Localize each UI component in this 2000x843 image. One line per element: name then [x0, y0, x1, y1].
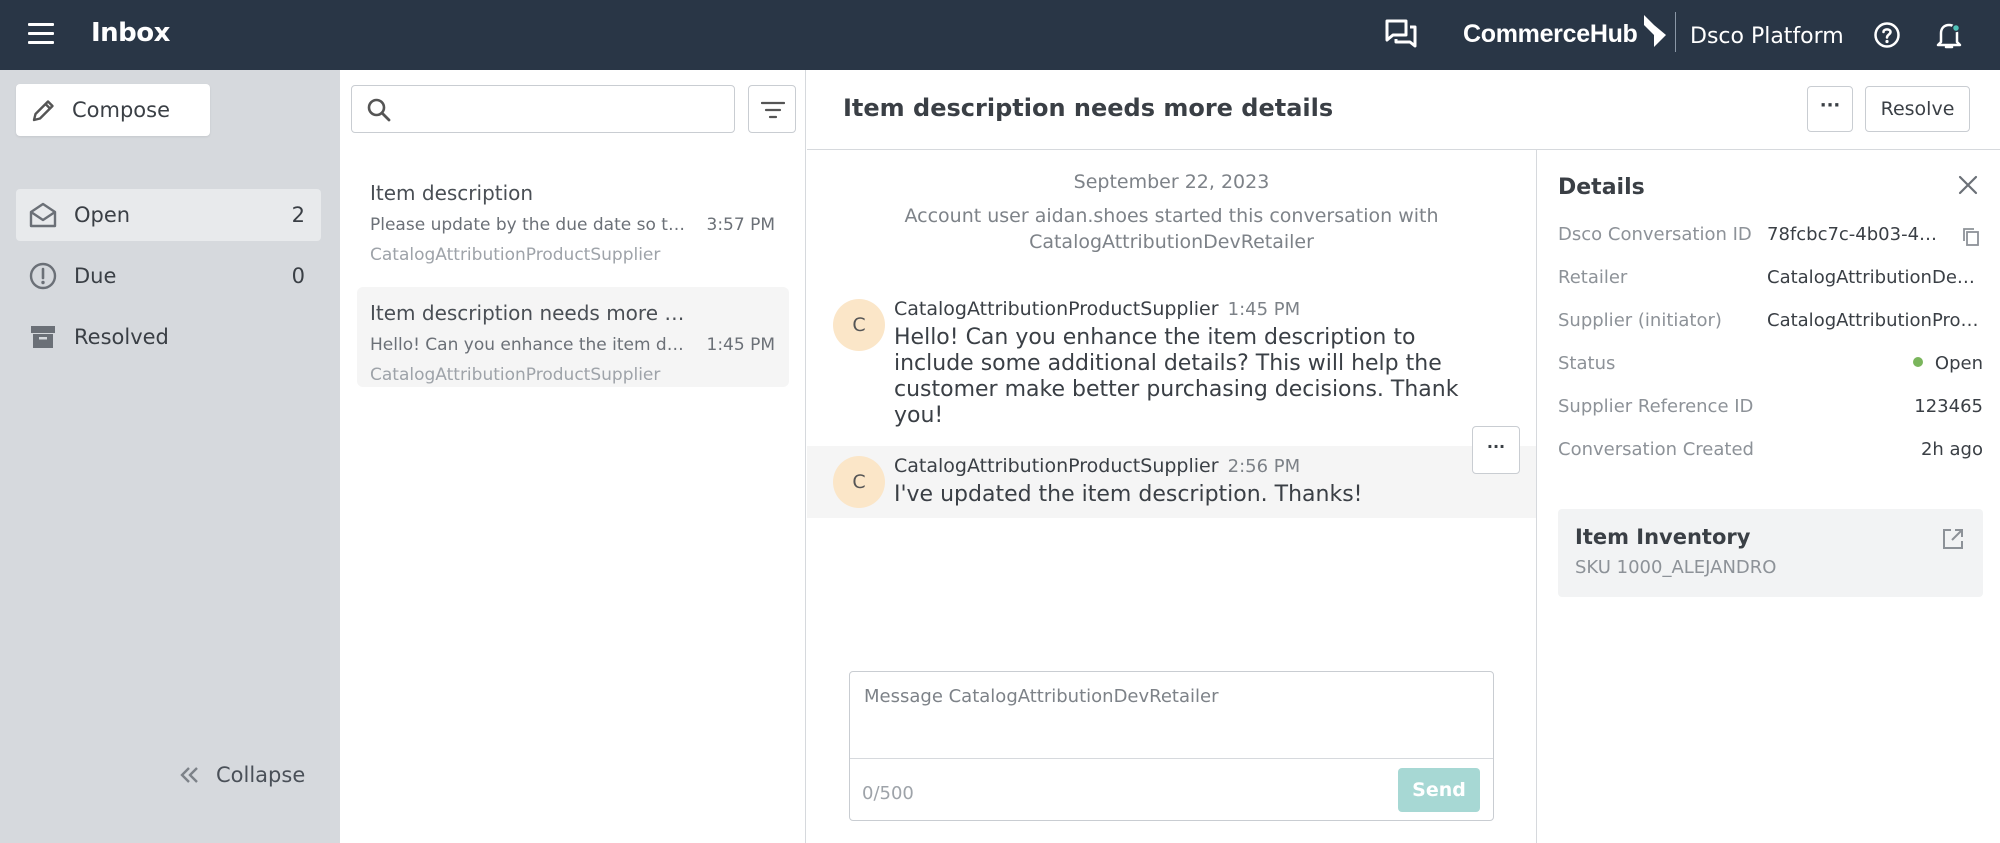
send-button[interactable]: Send — [1398, 768, 1480, 812]
detail-label: Supplier (initiator) — [1558, 310, 1722, 331]
conversation-date: September 22, 2023 — [1073, 171, 1270, 193]
brand-name: CommerceHub — [1463, 20, 1638, 48]
detail-label: Supplier Reference ID — [1558, 396, 1754, 417]
collapse-button[interactable]: Collapse — [178, 763, 305, 787]
conversation-item[interactable]: Item description Please update by the du… — [357, 167, 789, 267]
external-link-icon[interactable] — [1941, 527, 1965, 551]
compose-button[interactable]: Compose — [16, 84, 210, 136]
brand-divider — [1675, 12, 1676, 52]
message-input[interactable] — [864, 686, 1474, 746]
sidebar-item-count: 2 — [291, 203, 305, 227]
sidebar-item-open[interactable]: Open 2 — [16, 189, 321, 241]
sidebar-item-label: Resolved — [74, 325, 169, 349]
message-meta: CatalogAttributionProductSupplier 2:56 P… — [894, 455, 1300, 477]
message: C CatalogAttributionProductSupplier 1:45… — [807, 288, 1536, 428]
sidebar: Compose Open 2 Due 0 Resolved Collapse — [0, 70, 340, 843]
conversation-title: Item description needs more details — [370, 301, 690, 325]
conversation-started-note: Account user aidan.shoes started this co… — [904, 205, 1439, 253]
detail-value: Open — [1934, 353, 1983, 374]
details-title: Details — [1558, 175, 1645, 200]
archive-box-icon — [31, 326, 55, 348]
conversation-pane: Item description needs more details ··· … — [807, 70, 2000, 843]
alert-circle-icon — [29, 262, 57, 290]
compose-label: Compose — [72, 98, 171, 122]
detail-value: 123465 — [1914, 396, 1983, 417]
detail-row-conversation-id: Dsco Conversation ID 78fcbc7c-4b03-4d... — [1558, 224, 1983, 250]
close-icon[interactable] — [1955, 172, 1981, 198]
filter-button[interactable] — [748, 85, 796, 133]
detail-row-conversation-created: Conversation Created 2h ago — [1558, 439, 1983, 465]
detail-row-supplier-reference-id: Supplier Reference ID 123465 — [1558, 396, 1983, 422]
composer-divider — [850, 758, 1493, 759]
search-input[interactable] — [400, 94, 720, 124]
conversation-list: Item description Please update by the du… — [340, 70, 806, 843]
details-panel: Details Dsco Conversation ID 78fcbc7c-4b… — [1536, 150, 2000, 843]
item-inventory-card[interactable]: Item Inventory SKU 1000_ALEJANDRO — [1558, 509, 1983, 597]
brand-mark-icon — [1643, 14, 1666, 47]
conversation-preview: Hello! Can you enhance the item descript… — [370, 335, 686, 355]
help-icon[interactable] — [1873, 21, 1901, 49]
avatar: C — [833, 456, 885, 508]
conversation-preview: Please update by the due date so that we… — [370, 215, 686, 235]
more-options-button[interactable]: ··· — [1807, 86, 1853, 132]
detail-value: CatalogAttributionProductSupplier — [1767, 310, 1983, 331]
pencil-icon — [32, 100, 54, 122]
open-envelope-icon — [29, 202, 57, 228]
detail-label: Dsco Conversation ID — [1558, 224, 1752, 245]
brand-logo[interactable]: CommerceHub — [1463, 14, 1674, 49]
detail-value: 2h ago — [1920, 439, 1983, 460]
conversation-header: Item description needs more details ··· … — [807, 70, 2000, 150]
conversation-sender: CatalogAttributionProductSupplier — [370, 245, 661, 265]
message-composer: 0/500 Send — [849, 671, 1494, 821]
platform-name: Dsco Platform — [1690, 24, 1844, 49]
sidebar-item-label: Due — [74, 264, 117, 288]
sidebar-item-label: Open — [74, 203, 131, 227]
top-bar: Inbox CommerceHub Dsco Platform — [0, 0, 2000, 70]
copy-icon[interactable] — [1961, 226, 1981, 248]
avatar: C — [833, 299, 885, 351]
resolve-button[interactable]: Resolve — [1865, 86, 1970, 132]
status-badge: Open — [1912, 353, 1983, 374]
character-count: 0/500 — [862, 783, 914, 804]
sidebar-item-count: 0 — [291, 264, 305, 288]
detail-row-supplier: Supplier (initiator) CatalogAttributionP… — [1558, 310, 1983, 336]
search-icon — [367, 98, 391, 122]
detail-value: 78fcbc7c-4b03-4d... — [1767, 224, 1947, 245]
detail-row-retailer: Retailer CatalogAttributionDevRetailer — [1558, 267, 1983, 293]
message-time: 1:45 PM — [1227, 299, 1301, 320]
filter-icon — [761, 101, 785, 119]
collapse-label: Collapse — [216, 763, 306, 787]
app-title: Inbox — [91, 18, 170, 48]
detail-label: Retailer — [1558, 267, 1628, 288]
message-body: I've updated the item description. Thank… — [894, 482, 1363, 507]
search-box[interactable] — [351, 85, 735, 133]
inventory-sku: SKU 1000_ALEJANDRO — [1575, 557, 1777, 578]
detail-value: CatalogAttributionDevRetailer — [1767, 267, 1983, 288]
detail-label: Status — [1558, 353, 1616, 374]
conversation-sender: CatalogAttributionProductSupplier — [370, 365, 661, 385]
conversation-title: Item description — [370, 181, 534, 205]
notification-bell-icon[interactable] — [1935, 20, 1963, 50]
sidebar-item-due[interactable]: Due 0 — [16, 250, 321, 302]
inventory-title: Item Inventory — [1575, 525, 1751, 549]
double-chevron-left-icon — [180, 767, 198, 783]
message-meta: CatalogAttributionProductSupplier 1:45 P… — [894, 298, 1300, 320]
message-author: CatalogAttributionProductSupplier — [894, 298, 1219, 320]
conversation-heading: Item description needs more details — [843, 94, 1334, 122]
menu-icon[interactable] — [28, 23, 54, 45]
message-time: 2:56 PM — [1227, 456, 1301, 477]
status-dot-icon — [1912, 357, 1923, 367]
message-body: Hello! Can you enhance the item descript… — [894, 325, 1459, 428]
message-author: CatalogAttributionProductSupplier — [894, 455, 1219, 477]
detail-row-status: Status Open — [1558, 353, 1983, 379]
detail-label: Conversation Created — [1558, 439, 1754, 460]
conversation-time: 1:45 PM — [706, 335, 776, 355]
message-more-options-button[interactable]: ··· — [1472, 426, 1520, 474]
sidebar-item-resolved[interactable]: Resolved — [16, 311, 321, 363]
conversation-item[interactable]: Item description needs more details Hell… — [357, 287, 789, 387]
conversations-icon[interactable] — [1384, 18, 1418, 50]
conversation-time: 3:57 PM — [706, 215, 776, 235]
message: ··· C CatalogAttributionProductSupplier … — [807, 426, 1536, 518]
